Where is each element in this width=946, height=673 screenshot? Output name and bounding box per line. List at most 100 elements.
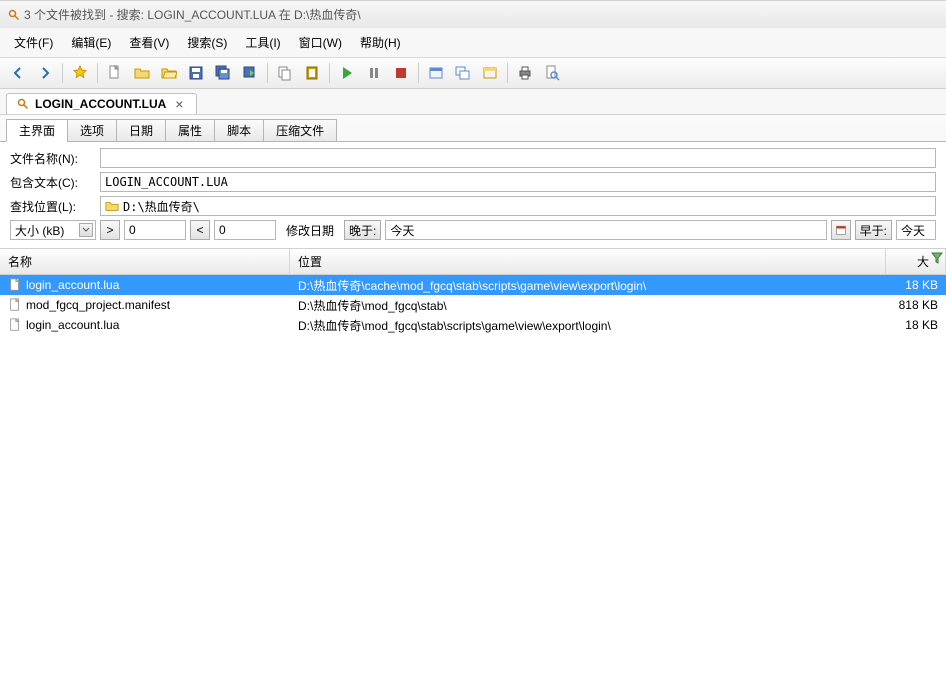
cell-size: 18 KB bbox=[886, 316, 946, 334]
tab-label: LOGIN_ACCOUNT.LUA bbox=[35, 97, 166, 111]
after-calendar-button[interactable] bbox=[831, 220, 851, 240]
contains-input[interactable] bbox=[100, 172, 936, 192]
less-than-button[interactable]: < bbox=[190, 220, 210, 240]
document-tabs: LOGIN_ACCOUNT.LUA × bbox=[0, 89, 946, 115]
menu-bar: 文件(F) 编辑(E) 查看(V) 搜索(S) 工具(I) 窗口(W) 帮助(H… bbox=[0, 28, 946, 58]
file-name: login_account.lua bbox=[26, 318, 119, 332]
col-size-label: 大 bbox=[917, 255, 929, 269]
new-file-button[interactable] bbox=[103, 61, 127, 85]
menu-search[interactable]: 搜索(S) bbox=[179, 31, 235, 54]
results-header: 名称 位置 大 bbox=[0, 249, 946, 275]
search-form: 文件名称(N): 包含文本(C): 查找位置(L): D:\热血传奇\ 大小 (… bbox=[0, 141, 946, 248]
location-text: D:\热血传奇\ bbox=[123, 198, 200, 215]
copy-button[interactable] bbox=[273, 61, 297, 85]
size-min-input[interactable] bbox=[124, 220, 186, 240]
preview-button[interactable] bbox=[540, 61, 564, 85]
separator bbox=[267, 63, 268, 83]
separator bbox=[62, 63, 63, 83]
contains-label: 包含文本(C): bbox=[10, 174, 96, 191]
modified-date-label: 修改日期 bbox=[280, 222, 340, 239]
toolbar bbox=[0, 58, 946, 89]
stop-button[interactable] bbox=[389, 61, 413, 85]
table-row[interactable]: mod_fgcq_project.manifest D:\热血传奇\mod_fgc… bbox=[0, 295, 946, 315]
save-button[interactable] bbox=[184, 61, 208, 85]
settings-button[interactable] bbox=[478, 61, 502, 85]
separator bbox=[97, 63, 98, 83]
col-header-location[interactable]: 位置 bbox=[290, 249, 886, 274]
filter-icon bbox=[931, 252, 943, 264]
greater-than-button[interactable]: > bbox=[100, 220, 120, 240]
before-button[interactable]: 早于: bbox=[855, 220, 892, 240]
title-bar: 3 个文件被找到 - 搜索: LOGIN_ACCOUNT.LUA 在 D:\热血… bbox=[0, 1, 946, 28]
size-unit-label: 大小 (kB) bbox=[15, 222, 64, 239]
table-row[interactable]: login_account.lua D:\热血传奇\cache\mod_fgcq\… bbox=[0, 275, 946, 295]
close-tab-button[interactable]: × bbox=[172, 97, 186, 111]
filename-input[interactable] bbox=[100, 148, 936, 168]
search-icon bbox=[17, 98, 29, 110]
after-date-input[interactable] bbox=[385, 220, 826, 240]
size-max-input[interactable] bbox=[214, 220, 276, 240]
subtab-script[interactable]: 脚本 bbox=[214, 119, 264, 142]
folder-icon bbox=[105, 199, 119, 213]
file-icon bbox=[8, 318, 22, 332]
export-button[interactable] bbox=[238, 61, 262, 85]
cell-location: D:\热血传奇\mod_fgcq\stab\ bbox=[290, 295, 886, 316]
menu-help[interactable]: 帮助(H) bbox=[352, 31, 409, 54]
file-name: mod_fgcq_project.manifest bbox=[26, 298, 170, 312]
table-row[interactable]: login_account.lua D:\热血传奇\mod_fgcq\stab\s… bbox=[0, 315, 946, 335]
size-unit-combo[interactable]: 大小 (kB) bbox=[10, 220, 96, 240]
back-button[interactable] bbox=[6, 61, 30, 85]
results-pane: 名称 位置 大 login_account.lua D:\热血传奇\cache\m… bbox=[0, 249, 946, 673]
after-button[interactable]: 晚于: bbox=[344, 220, 381, 240]
search-subtabs: 主界面 选项 日期 属性 脚本 压缩文件 bbox=[0, 115, 946, 141]
menu-window[interactable]: 窗口(W) bbox=[291, 31, 350, 54]
results-body[interactable]: login_account.lua D:\热血传奇\cache\mod_fgcq\… bbox=[0, 275, 946, 673]
menu-file[interactable]: 文件(F) bbox=[6, 31, 61, 54]
cell-size: 18 KB bbox=[886, 276, 946, 294]
window-1-button[interactable] bbox=[424, 61, 448, 85]
subtab-zip[interactable]: 压缩文件 bbox=[263, 119, 337, 142]
run-button[interactable] bbox=[335, 61, 359, 85]
search-panel: 主界面 选项 日期 属性 脚本 压缩文件 文件名称(N): 包含文本(C): 查… bbox=[0, 115, 946, 249]
search-icon bbox=[8, 9, 20, 21]
col-header-name[interactable]: 名称 bbox=[0, 249, 290, 274]
paste-button[interactable] bbox=[300, 61, 324, 85]
window-title: 3 个文件被找到 - 搜索: LOGIN_ACCOUNT.LUA 在 D:\热血… bbox=[24, 6, 361, 23]
favorite-button[interactable] bbox=[68, 61, 92, 85]
before-date-input[interactable] bbox=[896, 220, 936, 240]
document-tab[interactable]: LOGIN_ACCOUNT.LUA × bbox=[6, 93, 197, 114]
chevron-down-icon bbox=[79, 223, 93, 237]
filename-label: 文件名称(N): bbox=[10, 150, 96, 167]
subtab-main[interactable]: 主界面 bbox=[6, 119, 68, 142]
cell-name: login_account.lua bbox=[0, 316, 290, 334]
cell-name: mod_fgcq_project.manifest bbox=[0, 296, 290, 314]
calendar-icon bbox=[835, 224, 847, 236]
separator bbox=[507, 63, 508, 83]
open-folder-button[interactable] bbox=[130, 61, 154, 85]
subtab-options[interactable]: 选项 bbox=[67, 119, 117, 142]
window-2-button[interactable] bbox=[451, 61, 475, 85]
file-icon bbox=[8, 278, 22, 292]
cell-location: D:\热血传奇\cache\mod_fgcq\stab\scripts\game… bbox=[290, 275, 886, 296]
print-button[interactable] bbox=[513, 61, 537, 85]
col-header-size[interactable]: 大 bbox=[886, 249, 946, 274]
forward-button[interactable] bbox=[33, 61, 57, 85]
cell-location: D:\热血传奇\mod_fgcq\stab\scripts\game\view\… bbox=[290, 315, 886, 336]
separator bbox=[329, 63, 330, 83]
menu-view[interactable]: 查看(V) bbox=[121, 31, 177, 54]
save-all-button[interactable] bbox=[211, 61, 235, 85]
subtab-attributes[interactable]: 属性 bbox=[165, 119, 215, 142]
cell-size: 818 KB bbox=[886, 296, 946, 314]
open-folder-2-button[interactable] bbox=[157, 61, 181, 85]
cell-name: login_account.lua bbox=[0, 276, 290, 294]
location-input[interactable]: D:\热血传奇\ bbox=[100, 196, 936, 216]
subtab-date[interactable]: 日期 bbox=[116, 119, 166, 142]
menu-edit[interactable]: 编辑(E) bbox=[63, 31, 119, 54]
location-label: 查找位置(L): bbox=[10, 198, 96, 215]
app-window: 3 个文件被找到 - 搜索: LOGIN_ACCOUNT.LUA 在 D:\热血… bbox=[0, 0, 946, 673]
pause-button[interactable] bbox=[362, 61, 386, 85]
separator bbox=[418, 63, 419, 83]
file-name: login_account.lua bbox=[26, 278, 119, 292]
menu-tools[interactable]: 工具(I) bbox=[237, 31, 288, 54]
file-icon bbox=[8, 298, 22, 312]
